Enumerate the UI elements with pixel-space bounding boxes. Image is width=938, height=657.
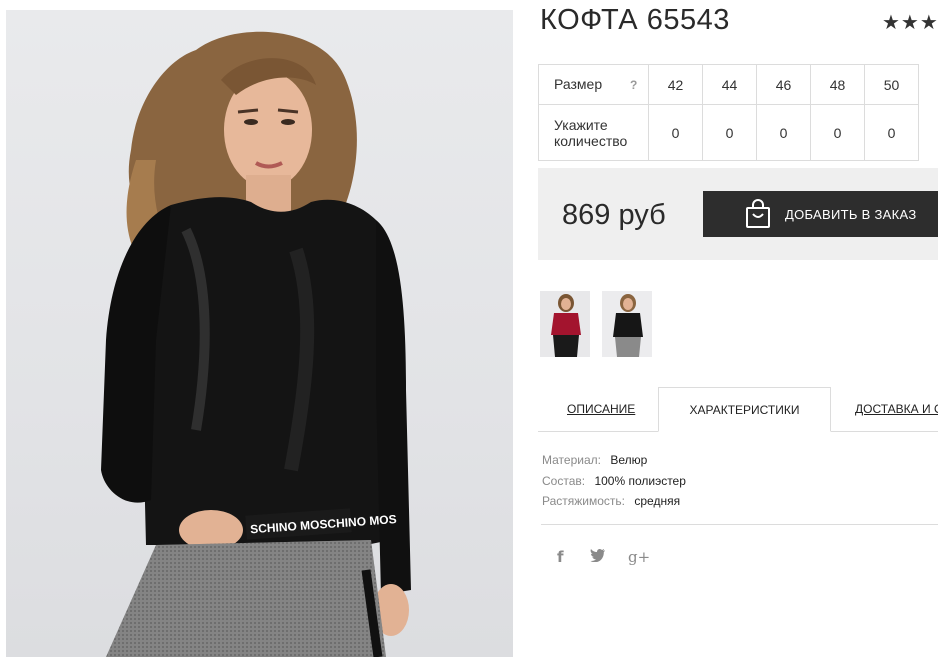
size-50: 50: [864, 64, 919, 105]
rating-stars[interactable]: ★★★: [882, 10, 938, 35]
spec-key: Состав:: [542, 473, 586, 488]
quantity-input-46[interactable]: 0: [756, 104, 811, 161]
shopping-bag-icon: [746, 199, 770, 228]
tab-delivery[interactable]: ДОСТАВКА И О: [855, 387, 938, 432]
quantity-input-42[interactable]: 0: [648, 104, 703, 161]
product-photo: SCHINO MOSCHINO MOS: [6, 10, 513, 657]
specs-list: Материал: Велюр Состав: 100% полиэстер Р…: [542, 450, 686, 512]
quantity-input-48[interactable]: 0: [810, 104, 865, 161]
price-box: 869 руб ДОБАВИТЬ В ЗАКАЗ: [538, 168, 938, 260]
twitter-icon[interactable]: [590, 548, 606, 566]
facebook-icon[interactable]: f: [557, 548, 564, 566]
product-title: КОФТА 65543: [540, 4, 730, 36]
size-table: Размер ? 42 44 46 48 50 Укажите количест…: [538, 64, 919, 161]
size-label-cell: Размер ?: [538, 64, 649, 105]
spec-key: Растяжимость:: [542, 494, 626, 508]
spec-value: Велюр: [610, 453, 648, 467]
spec-row-composition: Состав: 100% полиэстер: [542, 471, 686, 492]
thumbnail-black[interactable]: [602, 291, 652, 357]
burgundy-top-thumbnail: [540, 291, 590, 357]
size-label: Размер: [554, 76, 603, 92]
add-to-order-label: ДОБАВИТЬ В ЗАКАЗ: [785, 206, 917, 222]
spec-key: Материал:: [542, 453, 601, 467]
spec-row-material: Материал: Велюр: [542, 450, 686, 471]
quantity-input-44[interactable]: 0: [702, 104, 757, 161]
product-tabs: ОПИСАНИЕ ХАРАКТЕРИСТИКИ ДОСТАВКА И О: [538, 387, 938, 432]
add-to-order-button[interactable]: ДОБАВИТЬ В ЗАКАЗ: [703, 191, 938, 237]
tab-description[interactable]: ОПИСАНИЕ: [567, 387, 635, 432]
section-divider: [541, 524, 938, 525]
tab-characteristics[interactable]: ХАРАКТЕРИСТИКИ: [658, 387, 831, 432]
thumbnail-burgundy[interactable]: [540, 291, 590, 357]
quantity-row: Укажите количество 0 0 0 0 0: [538, 104, 919, 161]
black-top-thumbnail: [602, 291, 652, 357]
spec-value: 100% полиэстер: [594, 473, 686, 488]
quantity-label-cell: Укажите количество: [538, 104, 649, 161]
twitter-bird-icon: [590, 548, 605, 563]
size-44: 44: [702, 64, 757, 105]
spec-row-stretch: Растяжимость: средняя: [542, 491, 686, 512]
size-48: 48: [810, 64, 865, 105]
quantity-input-50[interactable]: 0: [864, 104, 919, 161]
size-row: Размер ? 42 44 46 48 50: [538, 64, 919, 105]
googleplus-icon[interactable]: g+: [628, 548, 650, 566]
quantity-label-line2: количество: [554, 132, 628, 149]
size-42: 42: [648, 64, 703, 105]
size-help-icon[interactable]: ?: [630, 77, 637, 93]
spec-value: средняя: [634, 494, 681, 508]
quantity-label-line1: Укажите: [554, 116, 608, 133]
price: 869 руб: [562, 199, 666, 231]
size-46: 46: [756, 64, 811, 105]
model-illustration: SCHINO MOSCHINO MOS: [101, 31, 411, 657]
